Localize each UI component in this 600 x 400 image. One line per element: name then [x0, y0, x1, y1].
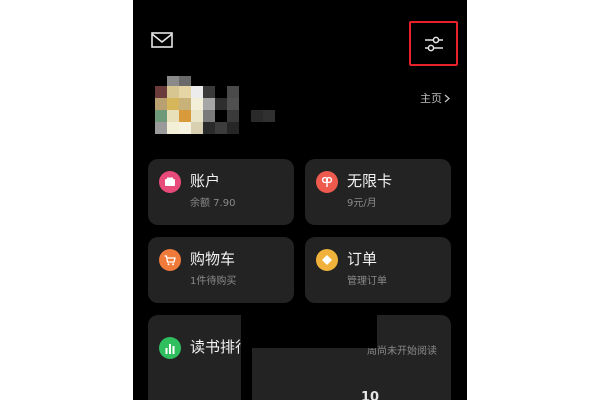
unlimited-card[interactable]: 无限卡 9元/月	[305, 159, 451, 225]
order-card[interactable]: 订单 管理订单	[305, 237, 451, 303]
reading-status: 周尚未开始阅读	[367, 346, 437, 357]
overlay-patch-left	[241, 348, 252, 400]
phone-screen: 主页 账户 余额 7.90 无限卡 9元/月 购物车 1件待购买 订单 管理订单…	[133, 0, 467, 400]
order-icon	[316, 249, 338, 271]
cart-card[interactable]: 购物车 1件待购买	[148, 237, 294, 303]
unlimited-price: 9元/月	[347, 198, 377, 209]
account-title: 账户	[190, 172, 221, 190]
cart-count: 1件待购买	[190, 276, 237, 287]
order-manage: 管理订单	[347, 276, 387, 287]
bar-chart-icon	[159, 337, 181, 359]
card-icon	[316, 171, 338, 193]
cart-icon	[159, 249, 181, 271]
sliders-icon	[424, 36, 443, 51]
account-balance: 余额 7.90	[190, 198, 236, 209]
avatar[interactable]	[143, 72, 293, 142]
settings-button[interactable]	[409, 21, 458, 66]
unlimited-title: 无限卡	[347, 172, 393, 190]
chevron-right-icon	[444, 94, 450, 102]
wallet-icon	[159, 171, 181, 193]
home-link[interactable]: 主页	[420, 90, 450, 106]
overlay-patch-top	[241, 313, 367, 348]
cart-title: 购物车	[190, 250, 236, 268]
mail-icon[interactable]	[150, 30, 174, 50]
overlay-patch-right	[367, 313, 377, 348]
partial-number: 10	[361, 390, 380, 400]
account-card[interactable]: 账户 余额 7.90	[148, 159, 294, 225]
order-title: 订单	[347, 250, 378, 268]
home-link-label: 主页	[420, 92, 442, 105]
